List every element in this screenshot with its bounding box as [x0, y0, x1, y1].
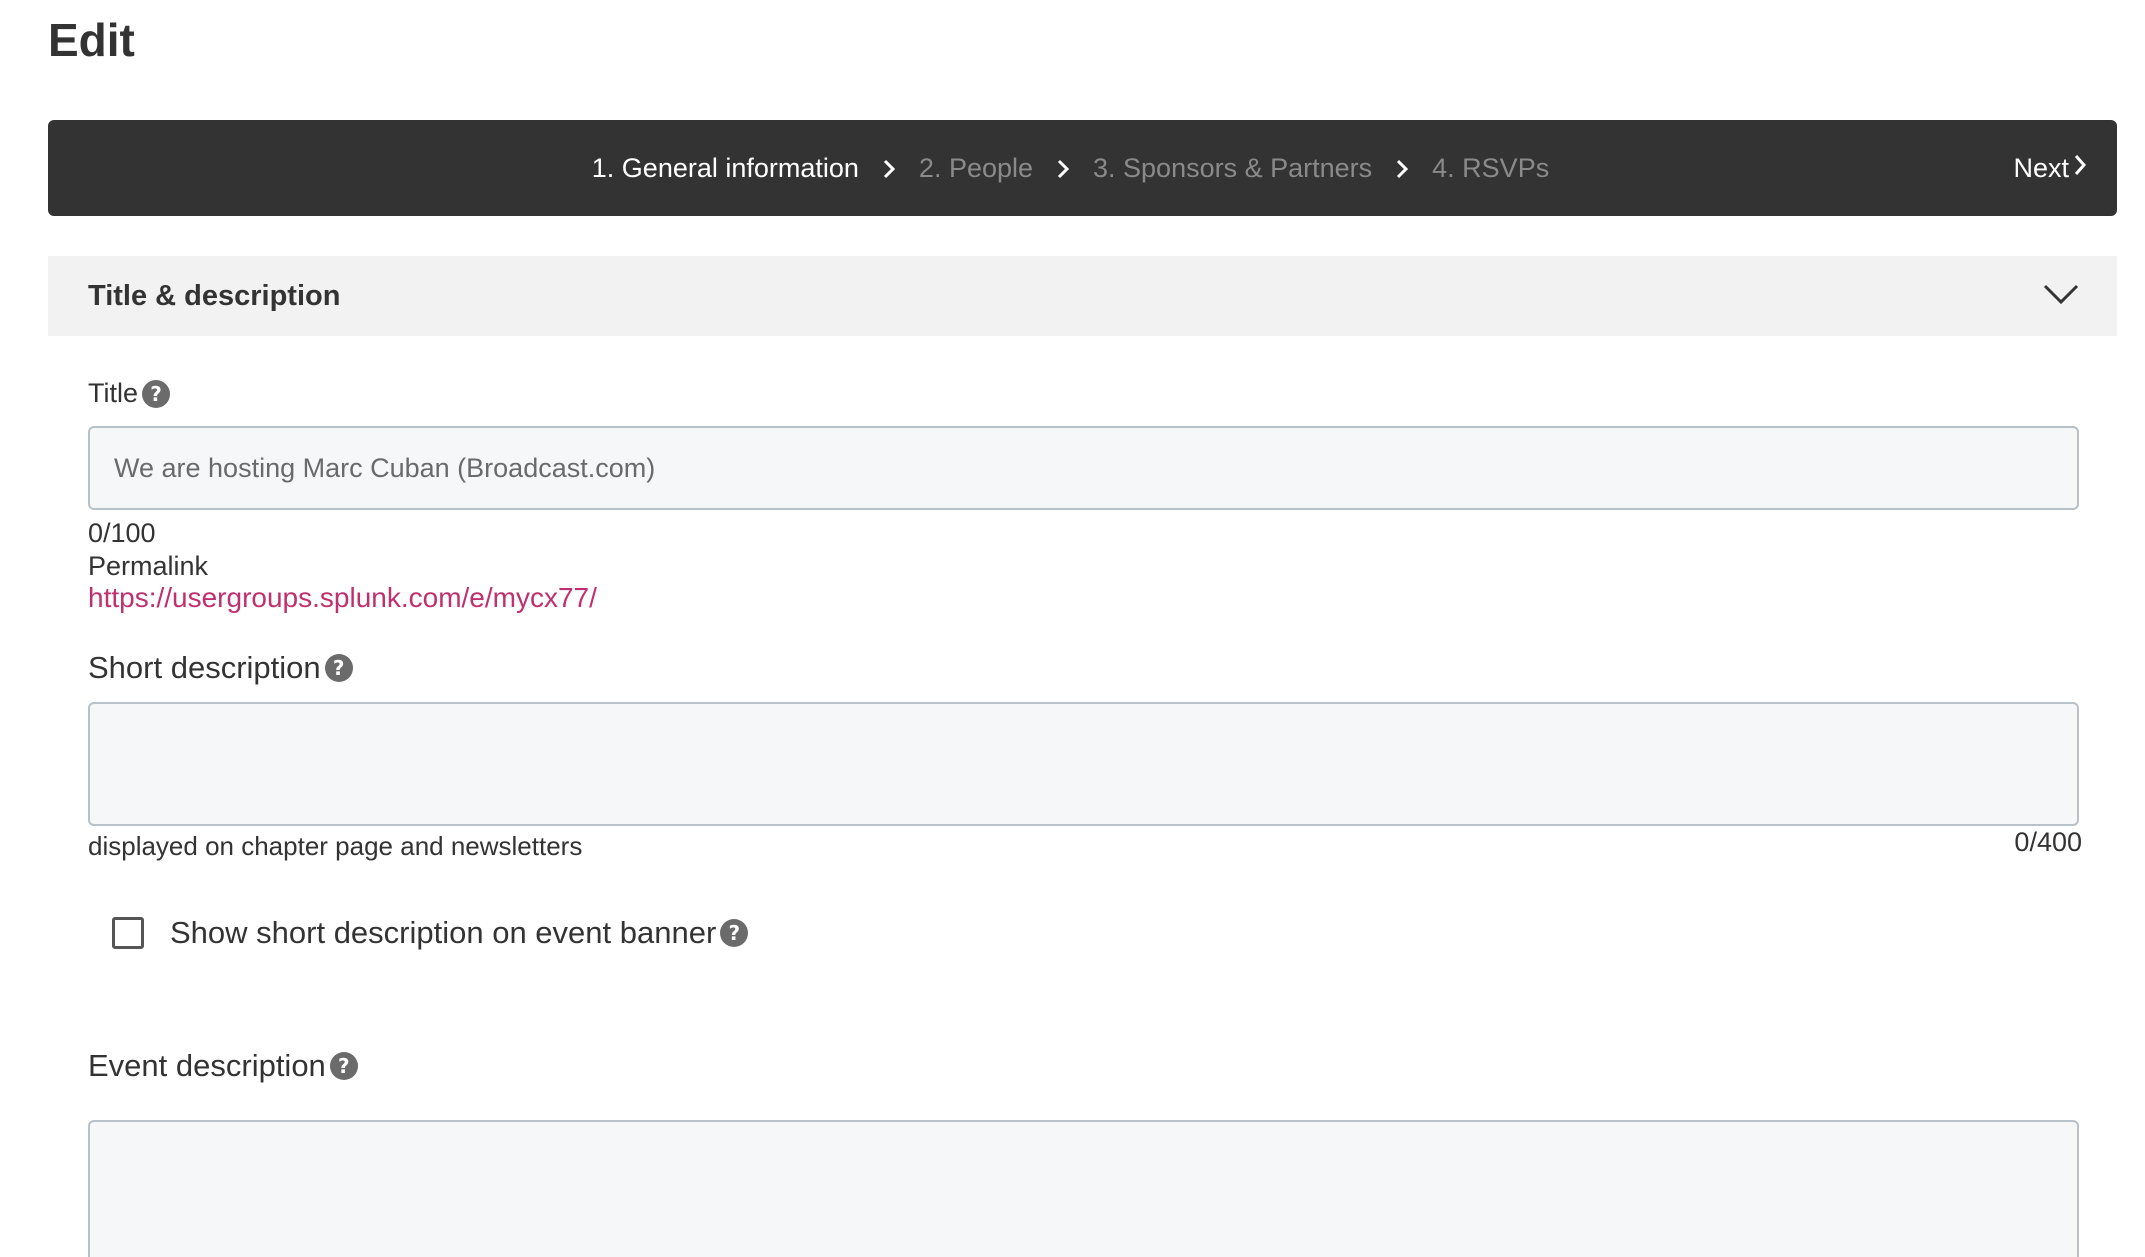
event-description-editor[interactable]: [88, 1120, 2079, 1257]
permalink-link[interactable]: https://usergroups.splunk.com/e/mycx77/: [88, 582, 597, 614]
help-icon[interactable]: ?: [142, 379, 171, 408]
stepper-steps: 1. General information 2. People 3. Spon…: [592, 153, 1549, 184]
page-title: Edit: [48, 14, 135, 66]
step-sponsors-partners[interactable]: 3. Sponsors & Partners: [1093, 153, 1372, 184]
title-char-counter: 0/100: [88, 518, 156, 548]
title-input[interactable]: [88, 426, 2079, 510]
title-label: Title ?: [88, 378, 171, 409]
section-title: Title & description: [88, 279, 341, 312]
next-button[interactable]: Next: [2013, 120, 2087, 216]
banner-checkbox-row: Show short description on event banner ?: [112, 915, 749, 951]
event-description-label-text: Event description: [88, 1048, 326, 1083]
step-people[interactable]: 2. People: [919, 153, 1033, 184]
event-description-label: Event description ?: [88, 1048, 358, 1084]
short-description-char-counter: 0/400: [2014, 827, 2082, 857]
help-icon[interactable]: ?: [720, 919, 749, 947]
section-header-title-description[interactable]: Title & description: [48, 256, 2117, 336]
short-description-textarea[interactable]: [88, 702, 2079, 826]
chevron-right-icon: [859, 153, 919, 184]
short-description-label-text: Short description: [88, 650, 321, 685]
chevron-right-icon: [2073, 153, 2087, 184]
chevron-right-icon: [1372, 153, 1432, 184]
permalink-label: Permalink: [88, 551, 209, 581]
title-label-text: Title: [88, 378, 139, 408]
short-description-label: Short description ?: [88, 650, 353, 686]
chevron-down-icon[interactable]: [2043, 283, 2079, 310]
short-description-hint: displayed on chapter page and newsletter…: [88, 831, 583, 861]
wizard-stepper: 1. General information 2. People 3. Spon…: [48, 120, 2117, 216]
chevron-right-icon: [1033, 153, 1093, 184]
show-on-banner-label[interactable]: Show short description on event banner: [170, 915, 716, 951]
help-icon[interactable]: ?: [329, 1052, 358, 1080]
edit-page: Edit 1. General information 2. People 3.…: [0, 0, 2145, 1257]
step-rsvps[interactable]: 4. RSVPs: [1432, 153, 1549, 184]
next-button-label: Next: [2013, 152, 2069, 183]
help-icon[interactable]: ?: [324, 654, 353, 682]
step-general-information[interactable]: 1. General information: [592, 153, 859, 184]
show-on-banner-checkbox[interactable]: [112, 917, 144, 949]
